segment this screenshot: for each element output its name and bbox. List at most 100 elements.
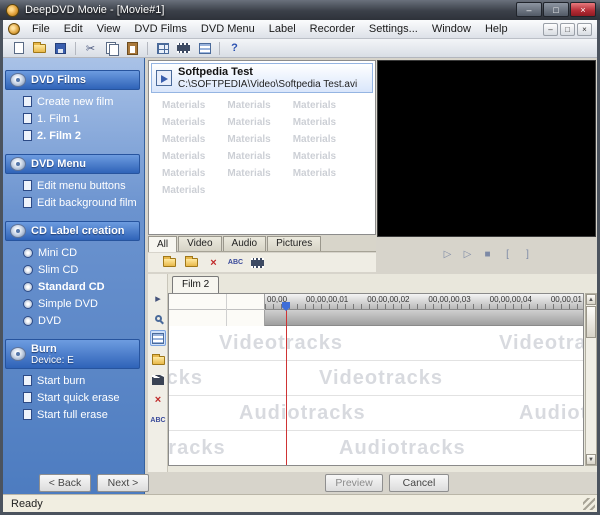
mark-out-button[interactable]: ] xyxy=(519,246,536,262)
audio-track-row[interactable]: Audiotracks Audiotracks xyxy=(169,431,583,465)
sidebar-header-burn[interactable]: Burn Device: E xyxy=(5,339,140,369)
play-button[interactable]: ▷ xyxy=(439,246,456,262)
video-tracks-band[interactable]: Videotracks Videotracks Videotracks Vide… xyxy=(169,326,583,396)
copy-button[interactable] xyxy=(102,40,121,57)
cut-scissors-icon: ✂ xyxy=(85,42,96,55)
preview-material-button[interactable] xyxy=(248,254,267,271)
sidebar-header-dvd-menu[interactable]: DVD Menu xyxy=(5,154,140,174)
video-track-row[interactable]: Videotracks Videotracks xyxy=(169,361,583,396)
menu-file[interactable]: File xyxy=(25,21,57,37)
delete-icon: × xyxy=(154,394,162,406)
tab-video[interactable]: Video xyxy=(178,236,222,251)
sidebar-item-mini-cd[interactable]: Mini CD xyxy=(23,244,140,261)
tracks-view-button[interactable] xyxy=(150,330,166,346)
add-clip-button[interactable] xyxy=(150,372,166,388)
sidebar-item-film-1[interactable]: 1. Film 1 xyxy=(23,110,140,127)
play-from-cursor-button[interactable]: ▷ xyxy=(459,246,476,262)
video-track-row[interactable]: Videotracks Videotracks xyxy=(169,326,583,361)
menu-window[interactable]: Window xyxy=(425,21,478,37)
material-selected-row[interactable]: Softpedia Test C:\SOFTPEDIA\Video\Softpe… xyxy=(151,63,373,93)
sidebar-item-simple-dvd[interactable]: Simple DVD xyxy=(23,295,140,312)
mdi-close-button[interactable]: × xyxy=(577,23,592,36)
tab-pictures[interactable]: Pictures xyxy=(267,236,322,251)
section-title: Burn xyxy=(31,342,57,355)
watermark-text: Materials xyxy=(292,134,337,145)
sidebar-item-dvd[interactable]: DVD xyxy=(23,312,140,329)
sidebar-item-start-burn[interactable]: Start burn xyxy=(23,372,140,389)
app-window: DeepDVD Movie - [Movie#1] – □ × File Edi… xyxy=(0,0,600,515)
menu-help[interactable]: Help xyxy=(478,21,515,37)
tab-audio[interactable]: Audio xyxy=(222,236,267,251)
sidebar-section-dvd-films: DVD Films Create new film 1. Film 1 2. F… xyxy=(5,70,140,144)
zoom-tool-button[interactable] xyxy=(150,310,166,326)
delete-material-button[interactable]: × xyxy=(204,254,223,271)
timeline-film-tab[interactable]: Film 2 xyxy=(172,276,220,293)
menu-edit[interactable]: Edit xyxy=(57,21,90,37)
sidebar-item-edit-background-film[interactable]: Edit background film xyxy=(23,194,140,211)
scroll-up-button[interactable]: ▲ xyxy=(586,294,596,305)
menu-settings[interactable]: Settings... xyxy=(362,21,425,37)
watermark-text: Materials xyxy=(162,151,206,162)
watermark-text: Materials xyxy=(292,168,337,179)
tab-all[interactable]: All xyxy=(148,236,178,252)
audio-tracks-band[interactable]: Audiotracks Audiotracks Audiotracks Audi… xyxy=(169,396,583,465)
resize-grip[interactable] xyxy=(583,498,595,510)
mark-in-button[interactable]: [ xyxy=(499,246,516,262)
sidebar-header-dvd-films[interactable]: DVD Films xyxy=(5,70,140,90)
sidebar-item-film-2[interactable]: 2. Film 2 xyxy=(23,127,140,144)
help-button[interactable]: ? xyxy=(225,40,244,57)
menu-label[interactable]: Label xyxy=(262,21,303,37)
new-button[interactable] xyxy=(9,40,28,57)
menu-view[interactable]: View xyxy=(90,21,128,37)
scrollbar-thumb[interactable] xyxy=(586,306,596,338)
minimize-button[interactable]: – xyxy=(516,2,542,17)
import-file-button[interactable] xyxy=(160,254,179,271)
cancel-button[interactable]: Cancel xyxy=(389,474,449,492)
add-material-button[interactable] xyxy=(150,352,166,368)
timeline-ruler[interactable]: 00,00 00,00,00,01 00,00,00,02 00,00,00,0… xyxy=(265,294,583,310)
materials-toolbar: × ABC xyxy=(148,253,376,272)
cut-button[interactable]: ✂ xyxy=(81,40,100,57)
stop-button[interactable]: ■ xyxy=(479,246,496,262)
sidebar-item-create-new-film[interactable]: Create new film xyxy=(23,93,140,110)
sidebar-header-cd-label[interactable]: CD Label creation xyxy=(5,221,140,241)
item-label: 1. Film 1 xyxy=(37,112,80,125)
menu-dvd-films[interactable]: DVD Films xyxy=(127,21,194,37)
back-button[interactable]: < Back xyxy=(39,474,91,492)
sidebar-item-start-full-erase[interactable]: Start full erase xyxy=(23,406,140,423)
audiotracks-watermark: Audiotracks xyxy=(169,437,226,459)
mdi-restore-button[interactable]: □ xyxy=(560,23,575,36)
close-button[interactable]: × xyxy=(570,2,596,17)
film-icon xyxy=(23,130,32,141)
menu-recorder[interactable]: Recorder xyxy=(303,21,362,37)
paste-button[interactable] xyxy=(123,40,142,57)
mini-cd-icon xyxy=(23,247,33,258)
add-folder-icon xyxy=(185,256,198,267)
next-button[interactable]: Next > xyxy=(97,474,149,492)
tracks-view-button[interactable] xyxy=(195,40,214,57)
text-tool-button[interactable]: ABC xyxy=(150,412,166,428)
sidebar-item-start-quick-erase[interactable]: Start quick erase xyxy=(23,389,140,406)
mdi-minimize-button[interactable]: – xyxy=(543,23,558,36)
sidebar-item-slim-cd[interactable]: Slim CD xyxy=(23,261,140,278)
playhead-line[interactable] xyxy=(286,308,287,465)
preview-button[interactable]: Preview xyxy=(325,474,383,492)
film-view-button[interactable] xyxy=(174,40,193,57)
paste-clipboard-icon xyxy=(127,41,138,55)
menu-dvd-menu[interactable]: DVD Menu xyxy=(194,21,262,37)
import-folder-button[interactable] xyxy=(182,254,201,271)
delete-clip-button[interactable]: × xyxy=(150,392,166,408)
sidebar-item-edit-menu-buttons[interactable]: Edit menu buttons xyxy=(23,177,140,194)
audio-track-row[interactable]: Audiotracks Audiotracks xyxy=(169,396,583,431)
rename-button[interactable]: ABC xyxy=(226,254,245,271)
scroll-down-button[interactable]: ▼ xyxy=(586,454,596,465)
open-button[interactable] xyxy=(30,40,49,57)
timeline-scrollbar[interactable]: ▲ ▼ xyxy=(585,293,597,466)
item-label: DVD xyxy=(38,314,62,327)
sidebar-item-standard-cd[interactable]: Standard CD xyxy=(23,278,140,295)
pointer-tool-button[interactable]: ▸ xyxy=(150,290,166,306)
burn-icon xyxy=(10,347,26,361)
grid-view-button[interactable] xyxy=(153,40,172,57)
save-button[interactable] xyxy=(51,40,70,57)
maximize-button[interactable]: □ xyxy=(543,2,569,17)
